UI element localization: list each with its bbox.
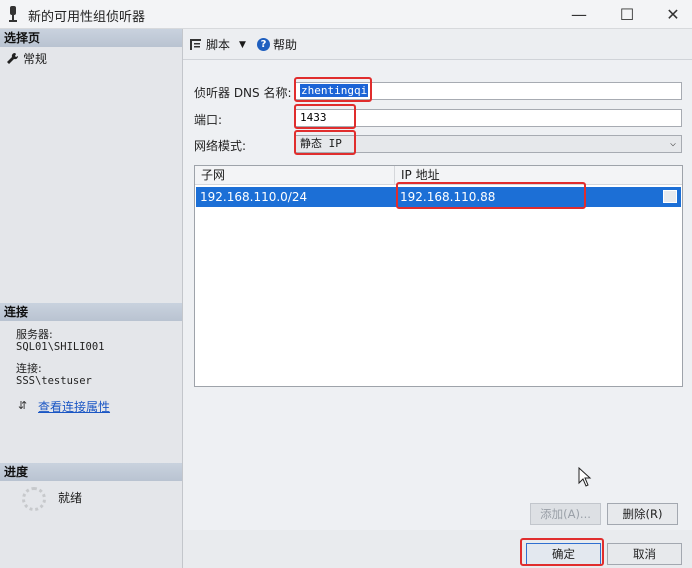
connection-label: 连接: <box>16 362 42 375</box>
help-button[interactable]: ? 帮助 <box>257 36 297 53</box>
progress-header: 进度 <box>0 463 182 481</box>
app-icon <box>9 6 17 22</box>
column-header-ip[interactable]: IP 地址 <box>395 166 682 184</box>
help-label: 帮助 <box>273 38 298 52</box>
wrench-icon <box>7 52 19 64</box>
cancel-button[interactable]: 取消 <box>607 543 682 565</box>
script-label: 脚本 <box>206 38 231 52</box>
connection-properties-icon: ⇵ <box>18 399 28 412</box>
mouse-cursor-icon <box>578 467 592 487</box>
help-icon: ? <box>257 38 270 51</box>
add-button[interactable]: 添加(A)... <box>530 503 601 525</box>
window-title: 新的可用性组侦听器 <box>28 10 146 25</box>
connection-value: SSS\testuser <box>16 375 92 387</box>
title-bar: 新的可用性组侦听器 — ☐ ✕ <box>0 0 692 29</box>
dns-name-label: 侦听器 DNS 名称: <box>194 86 292 100</box>
close-button[interactable]: ✕ <box>650 0 692 28</box>
grid-header: 子网 IP 地址 <box>195 166 682 185</box>
view-connection-properties-link[interactable]: 查看连接属性 <box>38 398 110 415</box>
chevron-down-icon: ⌵ <box>669 138 676 149</box>
maximize-button[interactable]: ☐ <box>604 0 650 28</box>
toolbar: 脚本 ▼ ? 帮助 <box>183 29 692 60</box>
dns-name-field[interactable]: zhentingqi <box>295 82 682 100</box>
script-button[interactable]: 脚本 ▼ <box>189 36 246 53</box>
server-label: 服务器: <box>16 328 53 341</box>
port-field[interactable] <box>295 109 682 127</box>
network-mode-value: 静态 IP <box>300 137 342 150</box>
row-edit-icon[interactable] <box>663 190 677 203</box>
network-mode-select[interactable]: 静态 IP ⌵ <box>295 135 682 153</box>
connection-header: 连接 <box>0 303 182 321</box>
server-value: SQL01\SHILI001 <box>16 341 105 353</box>
ok-button[interactable]: 确定 <box>526 543 601 565</box>
port-label: 端口: <box>194 113 223 127</box>
minimize-button[interactable]: — <box>556 0 602 28</box>
subnet-cell[interactable]: 192.168.110.0/24 <box>196 187 400 207</box>
progress-status: 就绪 <box>58 491 83 505</box>
ip-address-cell[interactable]: 192.168.110.88 <box>396 187 650 207</box>
progress-spinner-icon <box>22 487 46 511</box>
table-row[interactable]: 192.168.110.0/24 192.168.110.88 <box>196 187 681 207</box>
sidebar: 选择页 常规 连接 服务器: SQL01\SHILI001 连接: SSS\te… <box>0 29 183 568</box>
port-input[interactable] <box>300 110 681 126</box>
network-mode-label: 网络模式: <box>194 139 247 153</box>
chevron-down-icon[interactable]: ▼ <box>239 40 246 50</box>
remove-button[interactable]: 删除(R) <box>607 503 678 525</box>
dns-name-value[interactable]: zhentingqi <box>300 84 369 97</box>
sidebar-item-general[interactable]: 常规 <box>6 50 47 67</box>
ip-address-grid[interactable]: 子网 IP 地址 192.168.110.0/24 192.168.110.88 <box>194 165 683 387</box>
select-page-header: 选择页 <box>0 29 182 47</box>
sidebar-item-label: 常规 <box>23 52 48 66</box>
script-icon <box>190 39 201 50</box>
column-header-subnet[interactable]: 子网 <box>195 166 395 184</box>
